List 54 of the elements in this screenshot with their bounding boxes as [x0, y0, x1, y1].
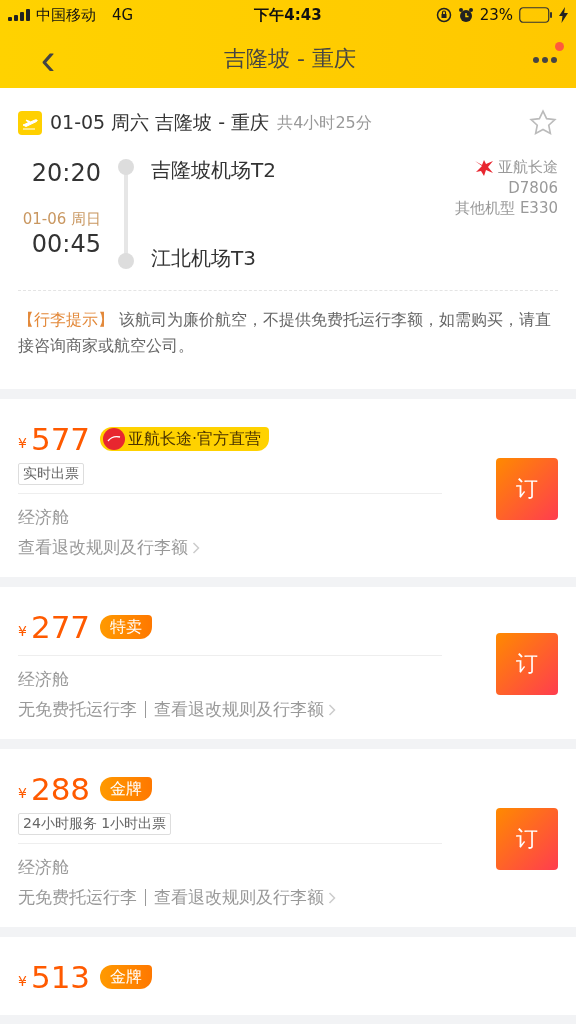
- fare-price: 577: [30, 420, 91, 459]
- carrier-name: 中国移动: [36, 5, 96, 25]
- page-title: 吉隆坡 - 重庆: [223, 45, 357, 73]
- fare-price: 288: [30, 770, 91, 809]
- badge-label: 特卖: [110, 616, 143, 638]
- currency-sign: ¥: [18, 623, 27, 639]
- arrive-airport: 江北机场T3: [151, 246, 257, 270]
- airplane-icon: [18, 111, 42, 135]
- depart-time: 20:20: [31, 158, 101, 188]
- fare-price: 277: [30, 608, 91, 647]
- rules-link[interactable]: 查看退改规则及行李额: [154, 886, 324, 909]
- book-button[interactable]: 订: [496, 633, 558, 695]
- airline-logo-icon: [474, 158, 494, 177]
- baggage-notice: 【行李提示】 该航司为廉价航空，不提供免费托运行李额，如需购买，请直接咨询商家或航空公司。: [18, 310, 552, 357]
- currency-sign: ¥: [18, 973, 27, 989]
- aircraft-type: 其他机型 E330: [455, 199, 558, 218]
- cabin-class: 经济舱: [18, 668, 70, 691]
- fare-tag: 24小时服务 1小时出票: [18, 813, 172, 835]
- rotation-lock-icon: [435, 7, 452, 23]
- arrive-date: 01-06 周日: [22, 210, 101, 229]
- battery-percent: 23%: [479, 6, 513, 24]
- rules-link[interactable]: 查看退改规则及行李额: [154, 698, 324, 721]
- currency-sign: ¥: [18, 785, 27, 801]
- back-button[interactable]: ‹: [20, 39, 76, 79]
- chevron-right-icon: [328, 890, 336, 905]
- flight-number: D7806: [508, 179, 558, 197]
- fare-price: 513: [30, 958, 91, 997]
- battery-icon: [519, 7, 553, 23]
- badge-label: 金牌: [110, 778, 143, 800]
- currency-sign: ¥: [18, 435, 27, 451]
- book-button[interactable]: 订: [496, 808, 558, 870]
- airline-logo-icon: [103, 428, 126, 450]
- chevron-right-icon: [192, 540, 200, 555]
- airline-name: 亚航长途: [498, 158, 558, 177]
- cabin-class: 经济舱: [18, 506, 70, 529]
- rules-link[interactable]: 查看退改规则及行李额: [18, 536, 188, 559]
- badge-label: 亚航长途·官方直营: [128, 428, 262, 450]
- flight-duration: 共4小时25分: [277, 112, 372, 134]
- badge-label: 金牌: [110, 966, 143, 988]
- fare-tag: 实时出票: [18, 463, 84, 485]
- more-icon: [532, 55, 558, 64]
- arrive-time: 00:45: [31, 229, 101, 259]
- depart-airport: 吉隆坡机场T2: [151, 158, 276, 182]
- alarm-icon: [457, 7, 474, 23]
- status-time: 下午4:43: [254, 5, 322, 25]
- baggage-info: 无免费托运行李: [18, 701, 146, 718]
- book-button[interactable]: 订: [496, 458, 558, 520]
- flight-date-route: 01-05 周六 吉隆坡 - 重庆: [50, 110, 270, 135]
- charging-icon: [559, 7, 568, 23]
- network-type: 4G: [112, 6, 134, 24]
- baggage-info: 无免费托运行李: [18, 889, 146, 906]
- chevron-right-icon: [328, 702, 336, 717]
- signal-icon: [8, 9, 30, 21]
- cabin-class: 经济舱: [18, 856, 70, 879]
